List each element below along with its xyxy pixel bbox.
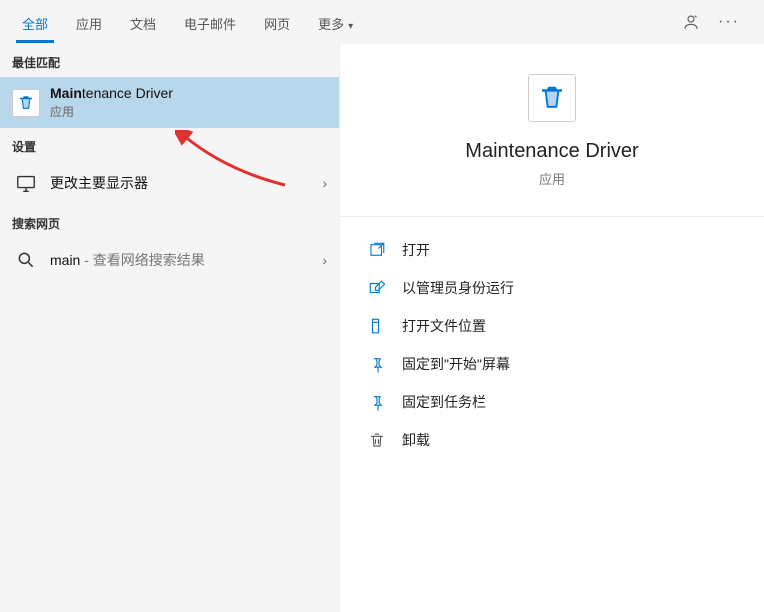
preview-panel: Maintenance Driver 应用 打开 以管理员身份运行 打开文件	[340, 44, 764, 612]
tab-web[interactable]: 网页	[250, 2, 304, 43]
result-title: 更改主要显示器	[50, 173, 148, 193]
action-label: 打开文件位置	[402, 316, 486, 336]
trash-icon	[366, 429, 388, 451]
preview-title: Maintenance Driver	[465, 140, 638, 163]
action-label: 打开	[402, 240, 430, 260]
chevron-right-icon: ›	[322, 252, 327, 268]
section-search-web: 搜索网页	[0, 205, 339, 238]
tab-email[interactable]: 电子邮件	[170, 2, 250, 43]
actions-list: 打开 以管理员身份运行 打开文件位置 固定到"开始"屏幕	[340, 217, 764, 473]
action-pin-start[interactable]: 固定到"开始"屏幕	[360, 345, 744, 383]
more-options-icon[interactable]: ···	[718, 13, 740, 31]
admin-icon	[366, 277, 388, 299]
action-open[interactable]: 打开	[360, 231, 744, 269]
action-label: 卸载	[402, 430, 430, 450]
pin-icon	[366, 391, 388, 413]
search-tabs: 全部 应用 文档 电子邮件 网页 更多▾ ···	[0, 0, 764, 44]
chevron-right-icon: ›	[322, 175, 327, 191]
result-title: main - 查看网络搜索结果	[50, 250, 205, 270]
feedback-icon[interactable]	[682, 13, 700, 31]
tab-all[interactable]: 全部	[8, 2, 62, 43]
action-label: 固定到任务栏	[402, 392, 486, 412]
action-open-location[interactable]: 打开文件位置	[360, 307, 744, 345]
action-pin-taskbar[interactable]: 固定到任务栏	[360, 383, 744, 421]
action-run-admin[interactable]: 以管理员身份运行	[360, 269, 744, 307]
monitor-icon	[12, 169, 40, 197]
recycle-bin-icon	[528, 74, 576, 122]
action-label: 以管理员身份运行	[402, 278, 514, 298]
action-label: 固定到"开始"屏幕	[402, 354, 510, 374]
result-setting-display[interactable]: 更改主要显示器 ›	[0, 161, 339, 205]
pin-icon	[366, 353, 388, 375]
results-panel: 最佳匹配 Maintenance Driver 应用 设置 更改主要显示器 › …	[0, 44, 340, 612]
result-title: Maintenance Driver	[50, 85, 173, 101]
tab-docs[interactable]: 文档	[116, 2, 170, 43]
search-icon	[12, 246, 40, 274]
action-uninstall[interactable]: 卸载	[360, 421, 744, 459]
preview-subtitle: 应用	[539, 169, 565, 188]
folder-icon	[366, 315, 388, 337]
open-icon	[366, 239, 388, 261]
result-subtitle: 应用	[50, 103, 173, 120]
recycle-bin-icon	[12, 89, 40, 117]
section-settings: 设置	[0, 128, 339, 161]
section-best-match: 最佳匹配	[0, 44, 339, 77]
result-web-search[interactable]: main - 查看网络搜索结果 ›	[0, 238, 339, 282]
tab-apps[interactable]: 应用	[62, 2, 116, 43]
chevron-down-icon: ▾	[348, 21, 353, 32]
result-best-match[interactable]: Maintenance Driver 应用	[0, 77, 339, 128]
tab-more[interactable]: 更多▾	[304, 2, 367, 43]
